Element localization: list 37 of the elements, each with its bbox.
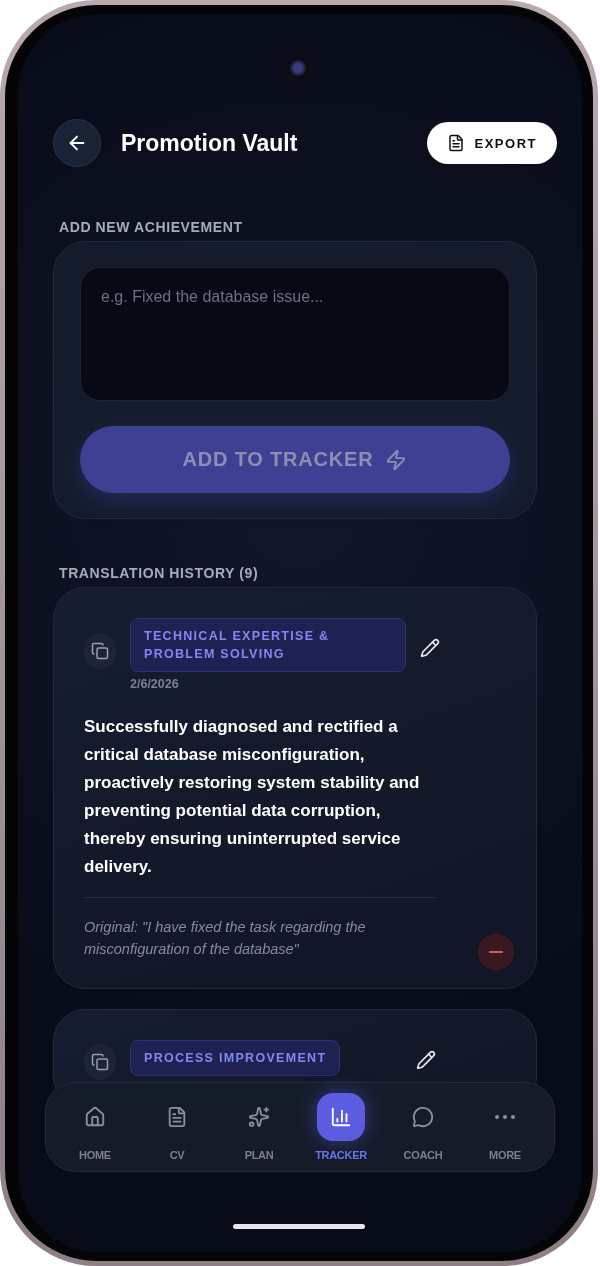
- export-button[interactable]: EXPORT: [426, 122, 557, 164]
- more-icon: [495, 1115, 515, 1119]
- copy-button[interactable]: [84, 1044, 116, 1080]
- delete-button[interactable]: [478, 934, 514, 970]
- page-title: Promotion Vault: [121, 129, 299, 157]
- copy-icon: [91, 642, 109, 660]
- document-icon: [166, 1106, 188, 1128]
- nav-tab[interactable]: MORE: [468, 1093, 542, 1161]
- edit-button[interactable]: [416, 1050, 437, 1070]
- back-button[interactable]: [53, 119, 101, 167]
- document-icon: [446, 134, 465, 152]
- lightning-icon: [385, 448, 408, 471]
- camera-hole: [284, 54, 312, 82]
- copy-button[interactable]: [84, 633, 116, 669]
- pencil-icon: [416, 1050, 437, 1070]
- nav-tab[interactable]: HOME: [58, 1093, 132, 1161]
- section-label: TRANSLATION HISTORY (9): [59, 565, 260, 581]
- speech-bubble-icon: [412, 1106, 434, 1128]
- edit-button[interactable]: [420, 638, 440, 658]
- category-tag: TECHNICAL EXPERTISE & PROBLEM SOLVING: [130, 618, 406, 672]
- pencil-icon: [420, 638, 440, 658]
- achievement-text: Successfully diagnosed and rectified a critical database misconfiguration, proactively restoring system stability and preventing potential data corruption, thereby ensuring uninterrupted service delivery.: [84, 716, 421, 878]
- category-tag: PROCESS IMPROVEMENT: [130, 1040, 341, 1076]
- nav-tab[interactable]: TRACKER: [304, 1093, 378, 1161]
- sparkle-icon: [248, 1106, 270, 1128]
- minus-icon: [489, 951, 503, 953]
- add-to-tracker-button[interactable]: ADD TO TRACKER: [80, 426, 510, 493]
- original-text: Original: "I have fixed the task regarding the misconfiguration of the database": [84, 918, 367, 959]
- section-label: ADD NEW ACHIEVEMENT: [59, 219, 244, 235]
- nav-tab[interactable]: PLAN: [222, 1093, 296, 1161]
- entry-date: 2/6/2026: [130, 677, 180, 691]
- achievement-input-field[interactable]: e.g. Fixed the database issue...: [80, 267, 510, 401]
- home-icon: [84, 1106, 106, 1128]
- nav-tab[interactable]: COACH: [386, 1093, 460, 1161]
- bar-chart-icon: [330, 1106, 352, 1128]
- copy-icon: [91, 1053, 109, 1071]
- nav-tab[interactable]: CV: [140, 1093, 214, 1161]
